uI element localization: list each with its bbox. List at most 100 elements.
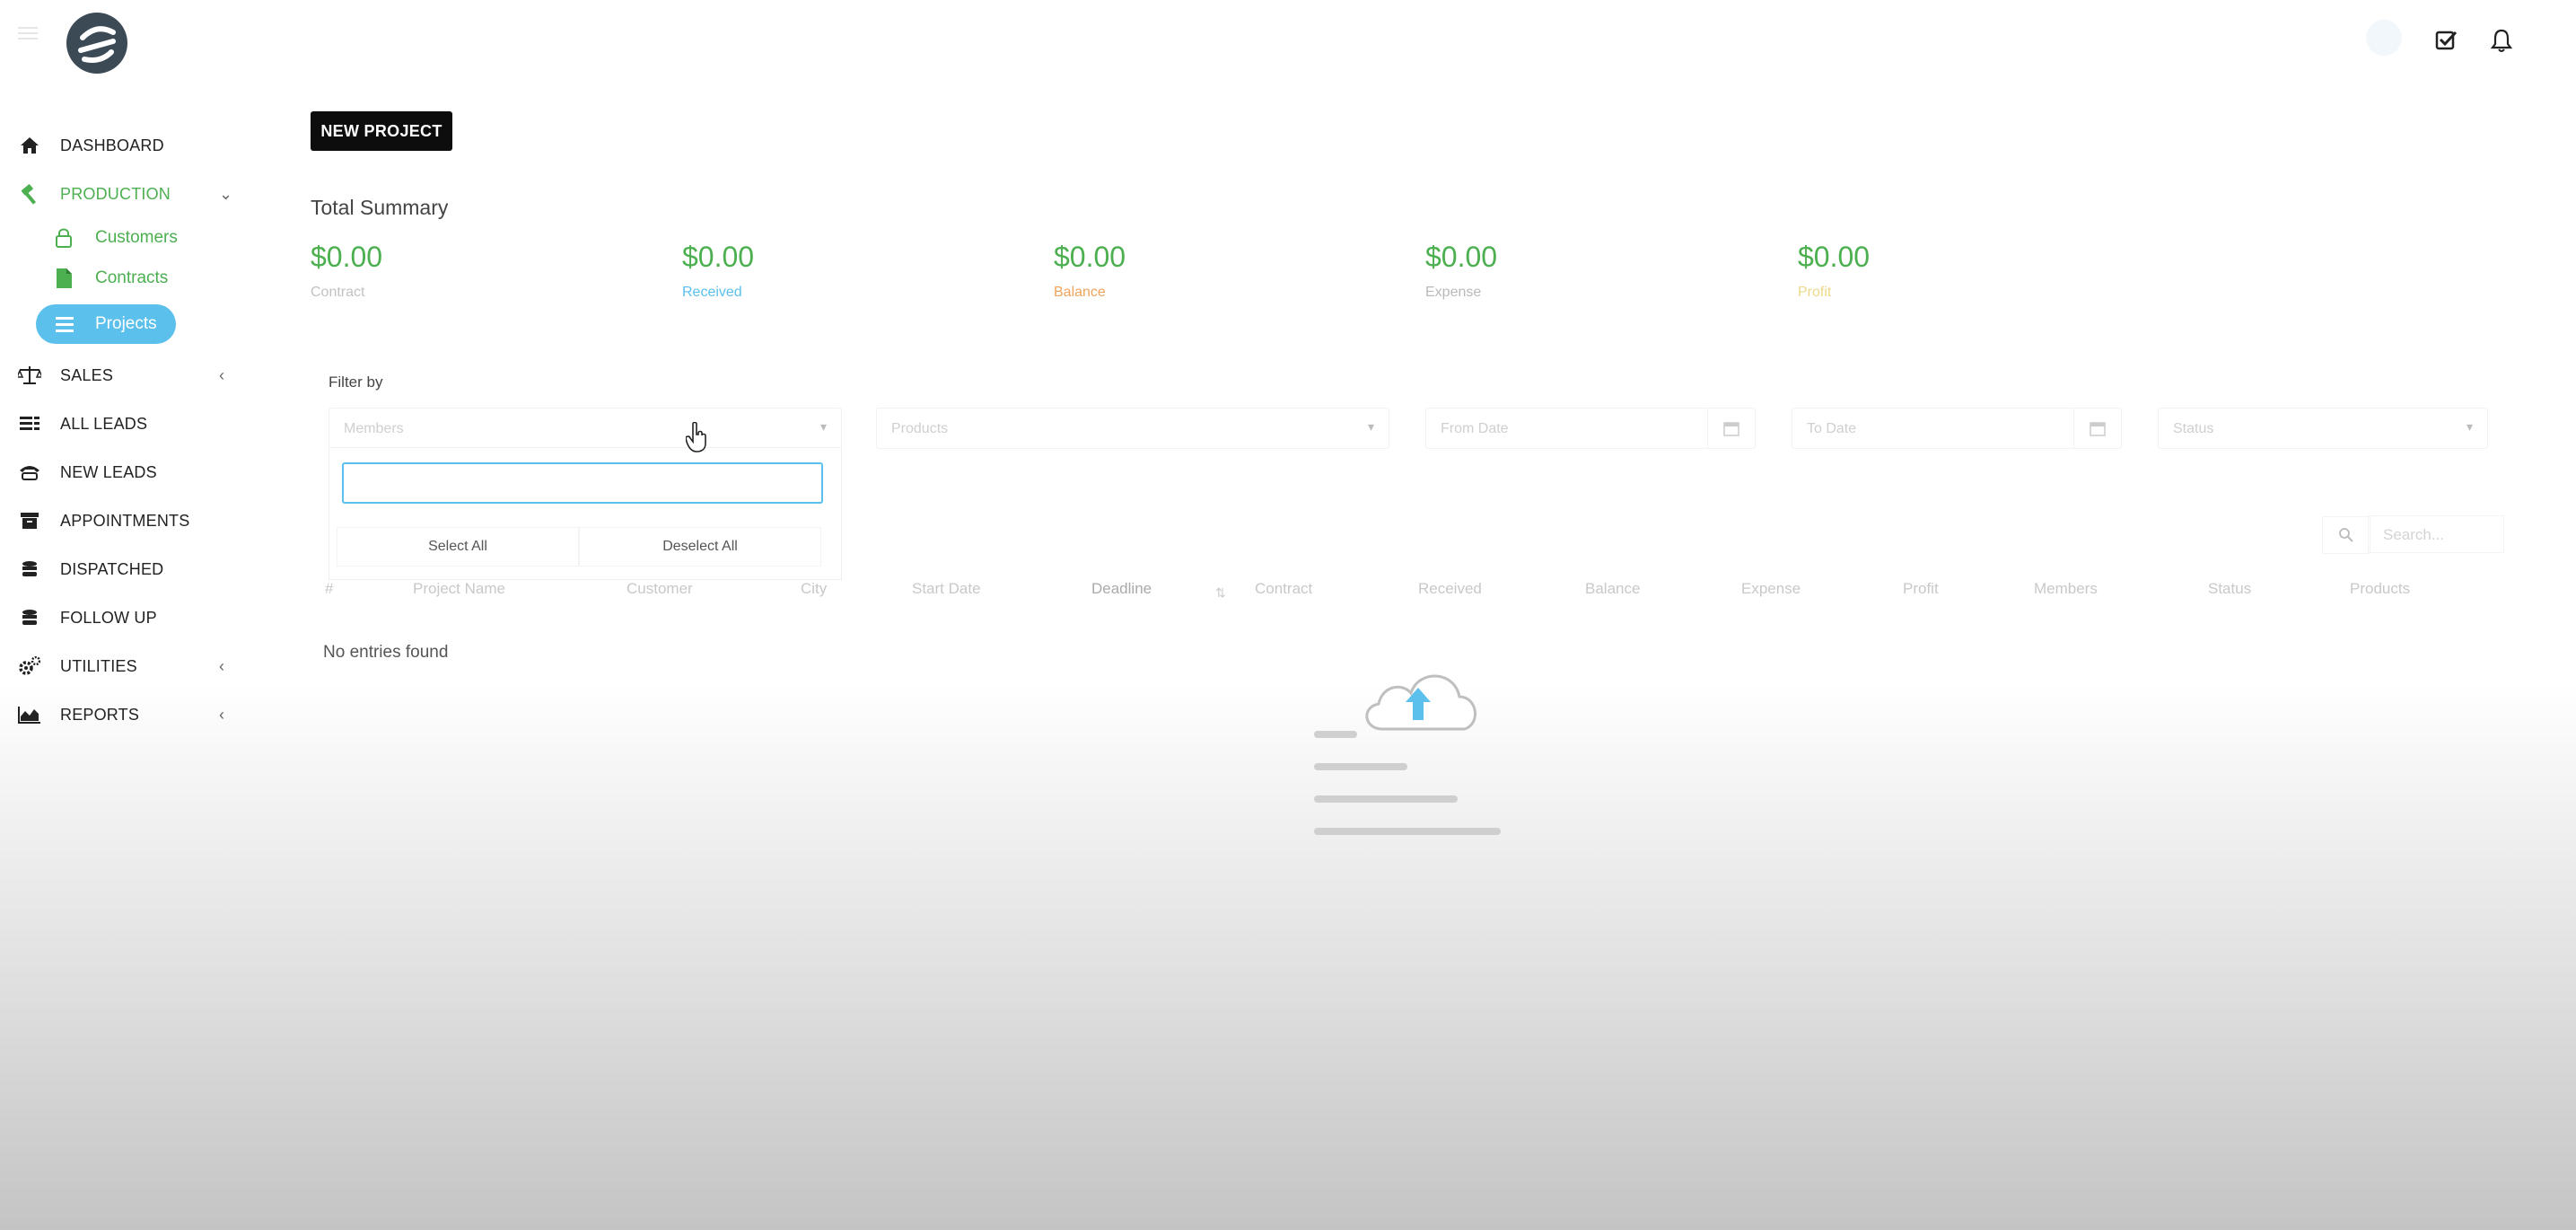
sidebar-item-label: REPORTS [60,705,140,724]
scrollbar[interactable] [2565,0,2576,1230]
sidebar-item-appointments[interactable]: APPOINTMENTS [0,503,242,539]
sidebar-item-follow-up[interactable]: FOLLOW UP [0,600,242,636]
column-header[interactable]: Balance [1585,580,1640,598]
search-icon [2322,516,2370,554]
summary-balance: $0.00 Balance [1054,241,1126,301]
from-date-placeholder: From Date [1441,421,1509,436]
column-header[interactable]: Customer [626,580,693,598]
sidebar-item-contracts[interactable]: Contracts [0,262,242,294]
from-date-input[interactable]: From Date [1425,408,1756,449]
sidebar-item-label: PRODUCTION [60,184,171,203]
search-placeholder: Search... [2383,526,2445,543]
sidebar-item-dashboard[interactable]: DASHBOARD [0,127,242,163]
products-select[interactable]: Products ▾ [876,408,1389,449]
members-placeholder: Members [344,421,404,436]
column-header[interactable]: Profit [1903,580,1939,598]
products-placeholder: Products [891,421,949,436]
column-header[interactable]: Products [2350,580,2410,598]
column-header[interactable]: Received [1418,580,1482,598]
archive-icon [18,509,41,532]
sidebar-item-new-leads[interactable]: NEW LEADS [0,454,242,490]
summary-contract: $0.00 Contract [311,241,382,301]
table-search-input[interactable]: Search... [2322,515,2504,554]
gears-icon [18,655,41,678]
caret-down-icon: ▾ [1367,419,1374,434]
check-square-icon[interactable] [2431,25,2461,56]
summary-amount: $0.00 [311,241,383,273]
summary-caption: Profit [1798,285,1832,300]
column-header[interactable]: Expense [1741,580,1801,598]
deselect-all-button[interactable]: Deselect All [579,527,821,567]
hammer-icon [18,182,41,206]
sidebar-item-dispatched[interactable]: DISPATCHED [0,551,242,587]
scale-icon [18,364,41,387]
summary-caption: Contract [311,285,365,300]
sidebar-item-label: Projects [95,314,157,333]
avatar[interactable] [2366,20,2402,56]
hand-cursor-icon [686,422,706,452]
bell-icon[interactable] [2486,25,2517,56]
sidebar-item-label: ALL LEADS [60,414,148,433]
to-date-placeholder: To Date [1807,421,1857,436]
column-header[interactable]: City [801,580,827,598]
sidebar-item-projects[interactable]: Projects [36,304,176,344]
summary-amount: $0.00 [1054,241,1126,273]
top-bar [0,0,2576,90]
summary-caption: Balance [1054,285,1106,300]
sidebar-item-production[interactable]: PRODUCTION ⌄ [0,176,242,212]
select-all-button[interactable]: Select All [337,527,579,567]
chevron-left-icon: ‹ [219,365,224,384]
members-dropdown: Select All Deselect All [329,447,842,580]
summary-title: Total Summary [311,196,449,219]
sidebar-item-label: NEW LEADS [60,462,157,481]
summary-caption: Received [682,285,742,300]
sidebar-item-label: DASHBOARD [60,136,164,154]
chevron-down-icon: ⌄ [219,184,233,203]
logo[interactable] [65,11,129,75]
column-header[interactable]: Status [2208,580,2251,598]
calendar-icon[interactable] [1707,409,1755,448]
stack-icon [18,558,41,581]
sidebar-item-label: SALES [60,365,114,384]
sidebar-item-label: Contracts [95,268,169,287]
column-header[interactable]: # [325,580,333,598]
summary-amount: $0.00 [682,241,755,273]
sidebar-item-customers[interactable]: Customers [0,222,242,254]
calendar-icon[interactable] [2073,409,2121,448]
sidebar-item-label: DISPATCHED [60,559,164,578]
summary-caption: Expense [1425,285,1482,300]
menu-icon[interactable] [18,27,38,40]
column-header[interactable]: Contract [1255,580,1312,598]
stack-icon [18,606,41,629]
summary-amount: $0.00 [1425,241,1498,273]
sidebar-item-reports[interactable]: REPORTS ‹ [0,697,242,733]
summary-received: $0.00 Received [682,241,754,301]
column-header[interactable]: Start Date [912,580,981,598]
members-select[interactable]: Members ▾ [329,408,842,449]
members-search-input[interactable] [342,462,823,504]
status-select[interactable]: Status ▾ [2158,408,2488,449]
sidebar-item-sales[interactable]: SALES ‹ [0,357,242,393]
sidebar-item-label: Customers [95,228,178,247]
summary-profit: $0.00 Profit [1798,241,1870,301]
sidebar-item-label: APPOINTMENTS [60,511,190,530]
caret-down-icon: ▾ [2466,419,2473,434]
summary-expense: $0.00 Expense [1425,241,1497,301]
lock-icon [52,226,75,250]
column-header[interactable]: Deadline [1091,580,1152,598]
sort-icon[interactable]: ⇅ [1215,585,1226,601]
caret-down-icon: ▾ [819,419,827,434]
sidebar-item-utilities[interactable]: UTILITIES ‹ [0,648,242,684]
sidebar-item-label: FOLLOW UP [60,608,157,627]
new-project-button[interactable]: NEW PROJECT [311,111,452,151]
chevron-left-icon: ‹ [219,656,224,675]
column-header[interactable]: Members [2034,580,2098,598]
empty-message: No entries found [323,643,449,662]
to-date-input[interactable]: To Date [1792,408,2122,449]
column-header[interactable]: Project Name [413,580,505,598]
list-icon [18,412,41,435]
file-icon [52,267,75,290]
sidebar-item-all-leads[interactable]: ALL LEADS [0,406,242,442]
cloud-upload-illustration [1314,674,1501,835]
status-placeholder: Status [2173,421,2214,436]
